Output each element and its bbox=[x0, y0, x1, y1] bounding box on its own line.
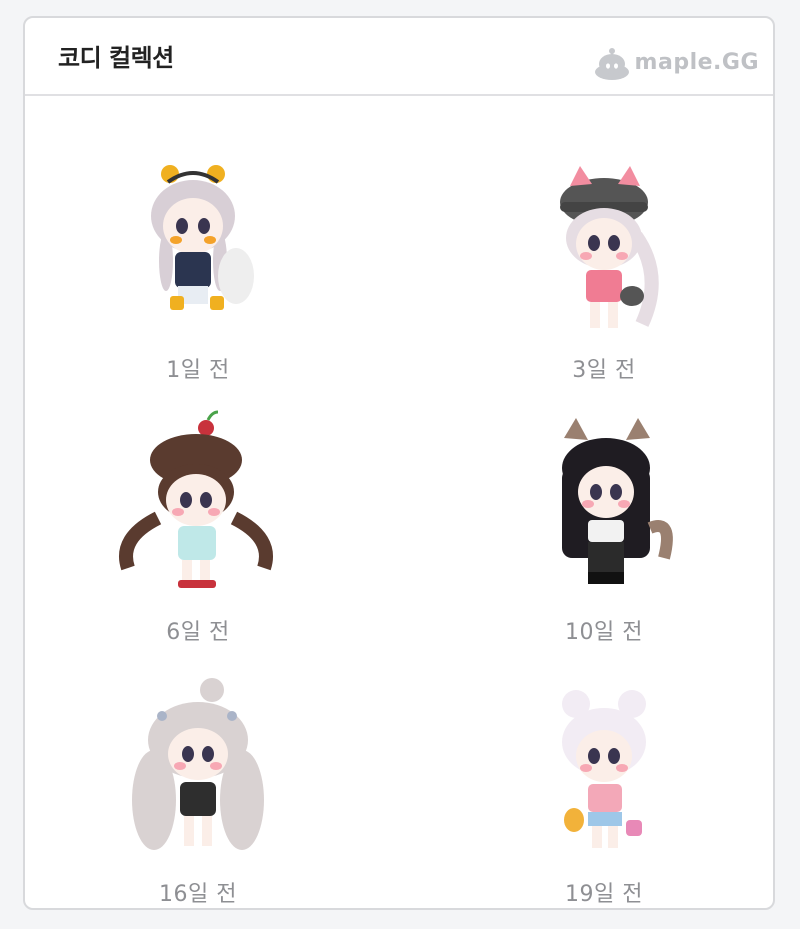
codi-item[interactable]: 10일 전 bbox=[474, 408, 734, 646]
character-avatar-image bbox=[562, 418, 673, 584]
card-header: 코디 컬렉션 maple.GG bbox=[25, 18, 773, 96]
days-ago-label: 3일 전 bbox=[572, 358, 636, 383]
codi-item[interactable]: 6일 전 bbox=[68, 408, 328, 646]
days-ago-label: 6일 전 bbox=[166, 620, 230, 645]
days-ago-label: 19일 전 bbox=[565, 882, 643, 907]
character-avatar-image bbox=[119, 410, 273, 588]
character-avatar-image bbox=[560, 166, 659, 328]
codi-item[interactable]: 16일 전 bbox=[68, 670, 328, 908]
codi-item[interactable]: 19일 전 bbox=[474, 670, 734, 908]
codi-collection-card: 코디 컬렉션 maple.GG 1일 전 3일 전 6일 전 10일 전 16일… bbox=[23, 16, 775, 910]
days-ago-label: 16일 전 bbox=[159, 882, 237, 907]
character-avatar-image bbox=[132, 678, 264, 850]
days-ago-label: 10일 전 bbox=[565, 620, 643, 645]
codi-item[interactable]: 1일 전 bbox=[68, 146, 328, 384]
brand-logo[interactable]: maple.GG bbox=[592, 42, 759, 82]
days-ago-label: 1일 전 bbox=[166, 358, 230, 383]
mushroom-icon bbox=[594, 48, 629, 80]
codi-item[interactable]: 3일 전 bbox=[474, 146, 734, 384]
character-avatar-image bbox=[151, 165, 254, 328]
brand-name: maple.GG bbox=[634, 49, 759, 75]
card-title: 코디 컬렉션 bbox=[58, 44, 174, 72]
character-avatar-image bbox=[562, 690, 646, 848]
